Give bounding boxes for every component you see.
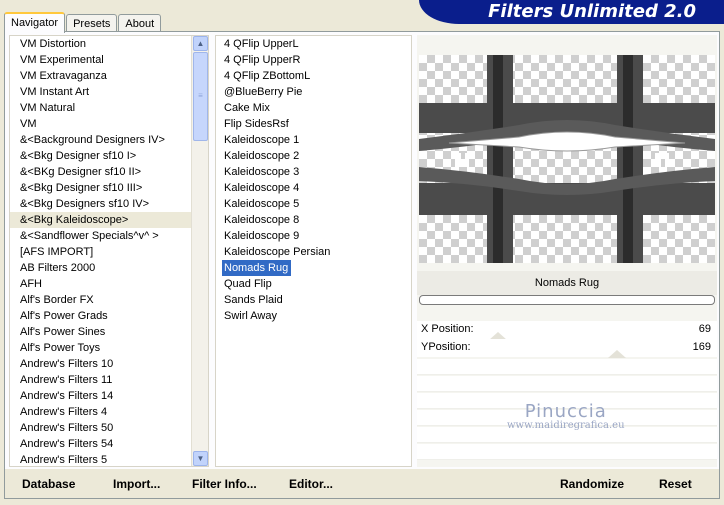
category-item[interactable]: Andrew's Filters 11: [10, 372, 208, 388]
tab-strip: Navigator Presets About: [4, 10, 162, 33]
category-item[interactable]: Andrew's Filters 14: [10, 388, 208, 404]
chevron-down-icon[interactable]: ▼: [193, 451, 208, 466]
category-item[interactable]: Andrew's Filters 5: [10, 452, 208, 466]
filter-item[interactable]: Sands Plaid: [222, 292, 411, 308]
param-value: 169: [692, 341, 711, 353]
scrollbar-thumb[interactable]: ≡: [193, 52, 208, 141]
category-item[interactable]: &<Bkg Designer sf10 I>: [10, 148, 208, 164]
filter-list[interactable]: 4 QFlip UpperL 4 QFlip UpperR 4 QFlip ZBot…: [215, 35, 412, 467]
category-item[interactable]: VM Distortion: [10, 36, 208, 52]
filter-item[interactable]: Kaleidoscope 5: [222, 196, 411, 212]
category-item[interactable]: &<BKg Designer sf10 II>: [10, 164, 208, 180]
preview-pane: Nomads Rug X Position: 69 YPosition: 169…: [417, 35, 717, 467]
tab-presets[interactable]: Presets: [66, 14, 118, 32]
param-value: 69: [698, 323, 711, 335]
navigator-panel: VM Distortion VM Experimental VM Extravaga…: [4, 31, 720, 499]
param-y-position[interactable]: YPosition: 169: [417, 339, 717, 358]
filter-item[interactable]: 4 QFlip ZBottomL: [222, 68, 411, 84]
filter-item[interactable]: Nomads Rug: [222, 260, 292, 276]
category-item[interactable]: Andrew's Filters 50: [10, 420, 208, 436]
progress-bar: [419, 295, 715, 305]
import-button[interactable]: Import...: [113, 476, 160, 492]
category-item[interactable]: VM Instant Art: [10, 84, 208, 100]
filter-info-button[interactable]: Filter Info...: [192, 476, 257, 492]
filter-items: 4 QFlip UpperL 4 QFlip UpperR 4 QFlip ZBot…: [216, 36, 411, 324]
filter-item[interactable]: 4 QFlip UpperR: [222, 52, 411, 68]
reset-button[interactable]: Reset: [659, 476, 692, 492]
category-item[interactable]: &<Background Designers IV>: [10, 132, 208, 148]
param-slot-empty: [417, 444, 717, 460]
category-item[interactable]: &<Sandflower Specials^v^ >: [10, 228, 208, 244]
param-label: X Position:: [421, 323, 474, 335]
database-button[interactable]: Database: [22, 476, 75, 492]
filter-item[interactable]: Kaleidoscope 2: [222, 148, 411, 164]
filter-item[interactable]: Quad Flip: [222, 276, 411, 292]
category-item[interactable]: AFH: [10, 276, 208, 292]
filter-item[interactable]: Kaleidoscope 8: [222, 212, 411, 228]
category-item[interactable]: Alf's Power Grads: [10, 308, 208, 324]
category-item[interactable]: AB Filters 2000: [10, 260, 208, 276]
category-item[interactable]: VM Natural: [10, 100, 208, 116]
filter-item[interactable]: Kaleidoscope 1: [222, 132, 411, 148]
category-list[interactable]: VM Distortion VM Experimental VM Extravaga…: [9, 35, 209, 467]
preview-image: [419, 55, 715, 263]
tab-about[interactable]: About: [118, 14, 162, 32]
slider-marker-icon[interactable]: [608, 350, 626, 358]
category-item[interactable]: Andrew's Filters 10: [10, 356, 208, 372]
randomize-button[interactable]: Randomize: [560, 476, 624, 492]
param-x-position[interactable]: X Position: 69: [417, 321, 717, 340]
filter-item[interactable]: 4 QFlip UpperL: [222, 36, 411, 52]
category-scrollbar[interactable]: ▲ ≡ ▼: [191, 36, 208, 466]
filter-item[interactable]: @BlueBerry Pie: [222, 84, 411, 100]
param-label: YPosition:: [421, 341, 471, 353]
filter-item[interactable]: Swirl Away: [222, 308, 411, 324]
category-items: VM Distortion VM Experimental VM Extravaga…: [10, 36, 208, 466]
filter-name-label: Nomads Rug: [417, 271, 717, 295]
category-item[interactable]: Andrew's Filters 4: [10, 404, 208, 420]
param-slot-empty: [417, 376, 717, 392]
filter-item[interactable]: Kaleidoscope 9: [222, 228, 411, 244]
filter-item[interactable]: Kaleidoscope 3: [222, 164, 411, 180]
button-bar: Database Import... Filter Info... Editor…: [5, 469, 719, 498]
tab-navigator[interactable]: Navigator: [4, 12, 66, 33]
nomads-rug-preview: [419, 55, 715, 263]
category-item[interactable]: &<Bkg Kaleidoscope>: [10, 212, 208, 228]
chevron-up-icon[interactable]: ▲: [193, 36, 208, 51]
category-item[interactable]: VM Experimental: [10, 52, 208, 68]
category-item[interactable]: Alf's Power Sines: [10, 324, 208, 340]
param-slot-empty: [417, 359, 717, 375]
category-item[interactable]: &<Bkg Designer sf10 III>: [10, 180, 208, 196]
category-item[interactable]: VM Extravaganza: [10, 68, 208, 84]
category-item[interactable]: Alf's Power Toys: [10, 340, 208, 356]
filter-item[interactable]: Kaleidoscope 4: [222, 180, 411, 196]
app-title-banner: Filters Unlimited 2.0: [419, 0, 724, 24]
watermark-name: Pinuccia: [524, 401, 607, 422]
category-item[interactable]: Alf's Border FX: [10, 292, 208, 308]
watermark: Pinuccia www.maidiregrafica.eu: [507, 401, 625, 431]
category-item[interactable]: VM: [10, 116, 208, 132]
category-item[interactable]: [AFS IMPORT]: [10, 244, 208, 260]
category-item[interactable]: Andrew's Filters 54: [10, 436, 208, 452]
editor-button[interactable]: Editor...: [289, 476, 333, 492]
filter-item[interactable]: Cake Mix: [222, 100, 411, 116]
watermark-url: www.maidiregrafica.eu: [507, 420, 625, 431]
category-item[interactable]: &<Bkg Designers sf10 IV>: [10, 196, 208, 212]
filter-item[interactable]: Kaleidoscope Persian: [222, 244, 411, 260]
filter-item[interactable]: Flip SidesRsf: [222, 116, 411, 132]
